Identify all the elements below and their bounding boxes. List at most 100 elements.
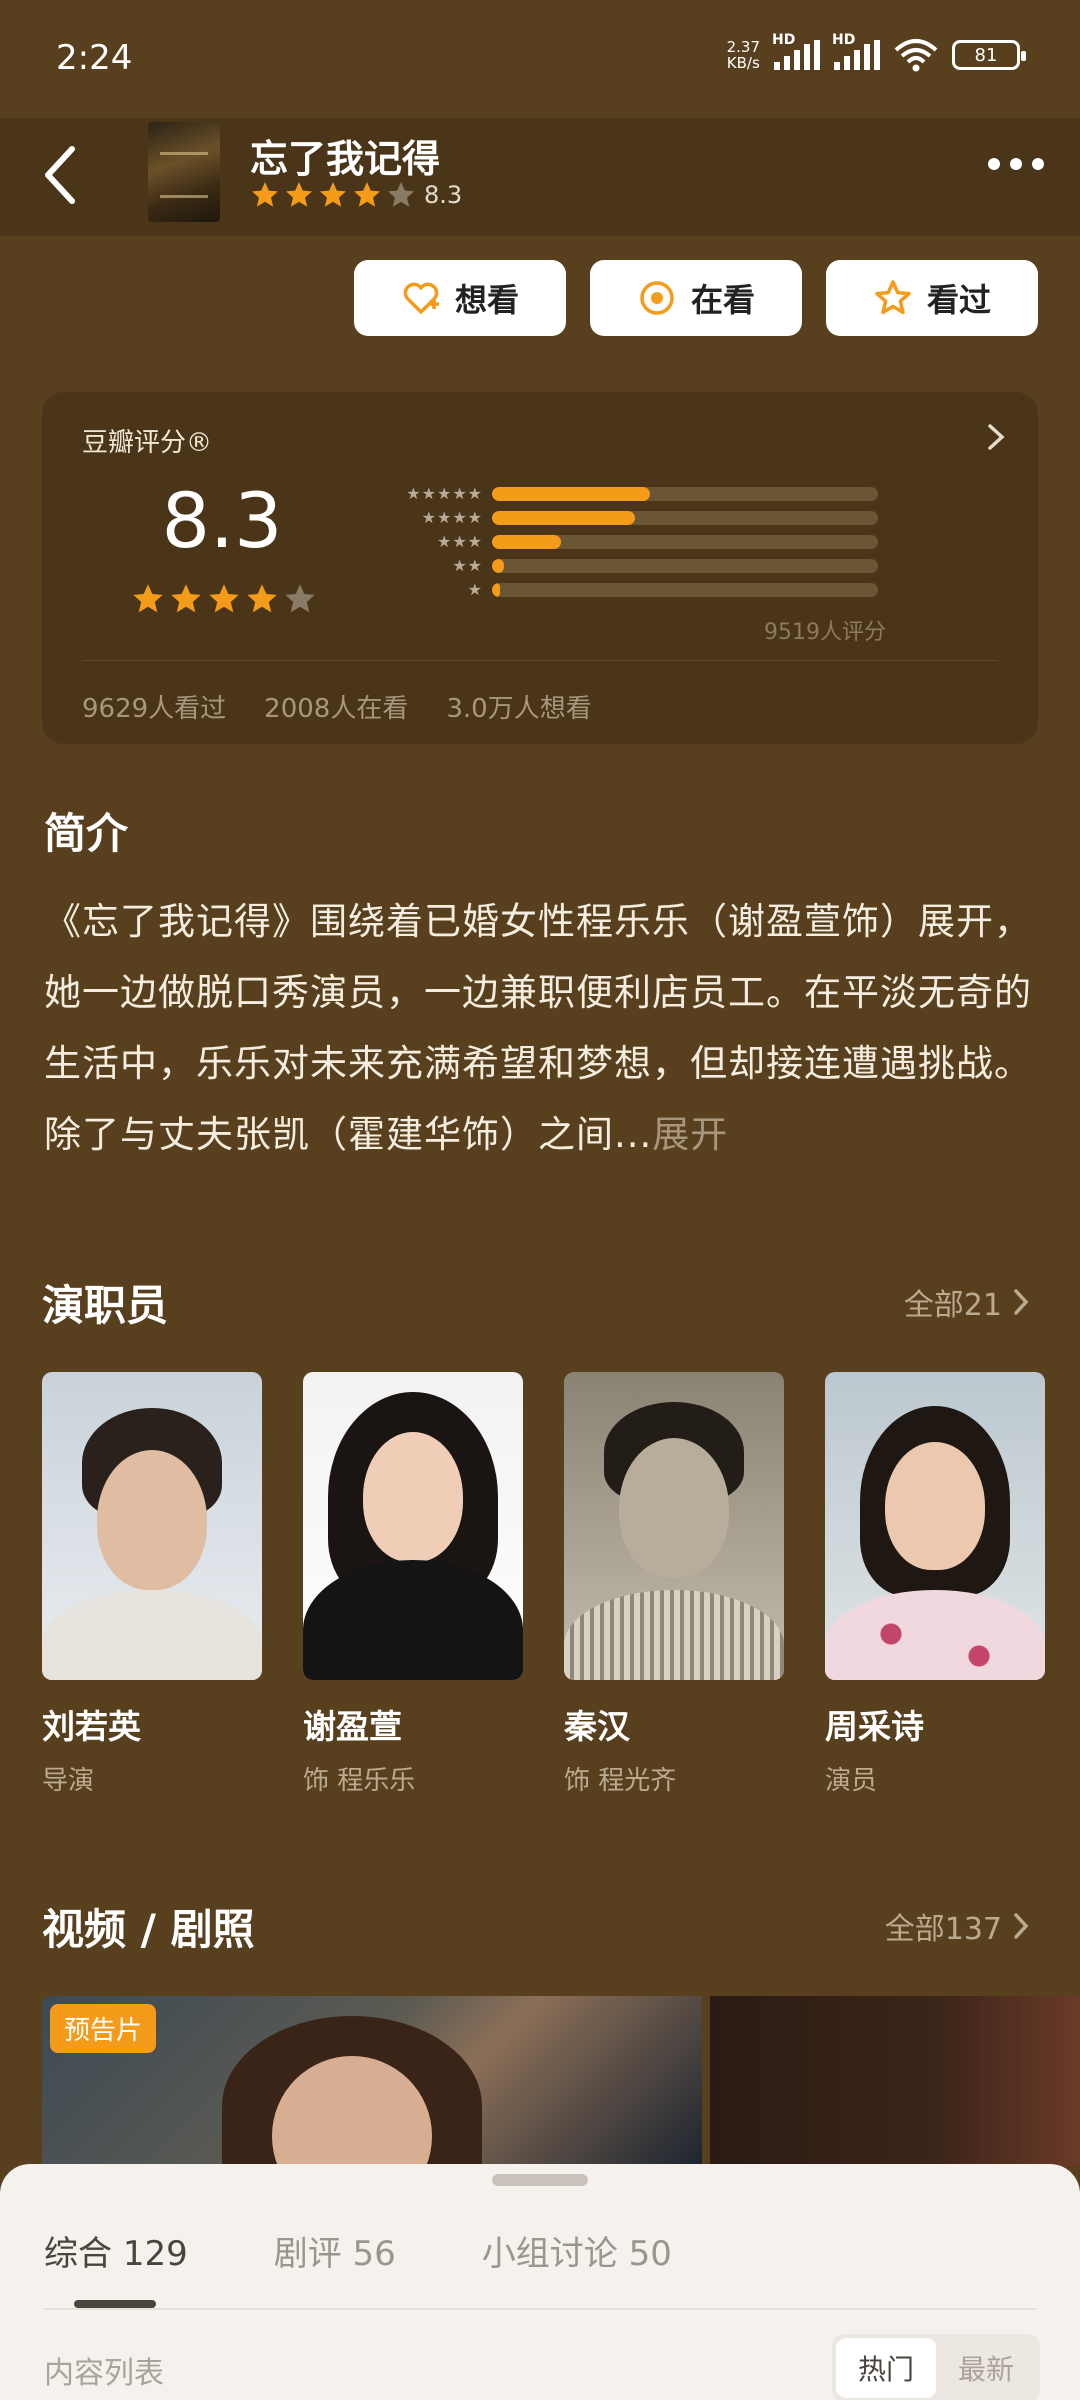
- battery-icon: 81: [952, 40, 1026, 70]
- signal-icon-2: HD: [832, 32, 880, 70]
- videos-title: 视频 / 剧照: [42, 1905, 255, 1954]
- cast-photo: [42, 1372, 262, 1680]
- cast-photo: [825, 1372, 1045, 1680]
- intro-title: 简介: [44, 809, 129, 858]
- status-time: 2:24: [56, 38, 133, 78]
- sheet-drag-handle[interactable]: [492, 2174, 588, 2186]
- tab-group-discussion[interactable]: 小组讨论 50: [482, 2226, 672, 2275]
- mini-star-icon: ★: [406, 484, 421, 503]
- still-thumbnail[interactable]: [710, 1996, 1080, 2166]
- rating-bar: [492, 487, 878, 501]
- sheet-tabs: 综合 129 剧评 56 小组讨论 50: [44, 2226, 672, 2275]
- top-nav-bar: 忘了我记得 8.3: [0, 118, 1080, 236]
- mini-star-icon: ★: [436, 508, 452, 527]
- want-to-watch-button[interactable]: 想看: [354, 260, 566, 336]
- signal-icon: HD: [772, 32, 820, 70]
- rating-distribution: ★ ★ ★ ★ ★ ★ ★ ★ ★ ★ ★ ★ ★ ★ ★: [392, 482, 878, 602]
- rating-bar-fill: [492, 583, 500, 597]
- video-strip: 预告片: [42, 1996, 1080, 2166]
- sort-toggle: 热门 最新: [831, 2334, 1040, 2400]
- divider: [82, 660, 998, 661]
- rating-bar: [492, 535, 878, 549]
- active-tab-indicator: [74, 2300, 156, 2308]
- rating-row-2-star: ★ ★: [392, 554, 878, 578]
- rating-row-1-star: ★: [392, 578, 878, 602]
- intro-text[interactable]: 《忘了我记得》围绕着已婚女性程乐乐（谢盈萱饰）展开，她一边做脱口秀演员，一边兼职…: [44, 886, 1040, 1170]
- chevron-right-icon: [1014, 1289, 1029, 1315]
- rating-bar: [492, 559, 878, 573]
- rating-card-label: 豆瓣评分®: [82, 428, 213, 458]
- cast-member[interactable]: 刘若英 导演: [42, 1372, 262, 1797]
- mini-star-icon: ★: [421, 508, 436, 527]
- rating-bar-fill: [492, 511, 635, 525]
- watched-count: 9629人看过: [82, 694, 227, 724]
- expand-link[interactable]: 展开: [652, 1113, 728, 1156]
- rating-row-stars: ★ ★ ★ ★ ★: [392, 486, 492, 502]
- want-count: 3.0万人想看: [446, 694, 592, 724]
- rating-card[interactable]: 豆瓣评分® 8.3 ★ ★ ★ ★ ★ ★ ★ ★ ★ ★ ★ ★ ★ ★ ★ 9519人评分 9629人看…: [42, 392, 1038, 744]
- star-filled-icon: [247, 584, 277, 613]
- header-rating: 8.3: [250, 180, 462, 210]
- videos-see-all-button[interactable]: 全部137: [885, 1904, 1030, 1948]
- cast-member[interactable]: 谢盈萱 饰 程乐乐: [303, 1372, 523, 1797]
- rating-row-3-star: ★ ★ ★: [392, 530, 878, 554]
- rating-row-stars: ★ ★ ★: [392, 534, 492, 550]
- rating-score: 8.3: [161, 476, 283, 565]
- sort-hot-button[interactable]: 热门: [835, 2338, 936, 2398]
- rating-bar-fill: [492, 535, 562, 549]
- star-filled-icon: [320, 182, 346, 207]
- wifi-icon: [894, 39, 938, 72]
- sort-latest-button[interactable]: 最新: [936, 2338, 1036, 2398]
- content-list-label: 内容列表: [44, 2356, 164, 2391]
- mini-star-icon: ★: [436, 484, 452, 503]
- star-filled-icon: [354, 182, 380, 207]
- back-button[interactable]: [30, 140, 90, 210]
- movie-poster-thumbnail[interactable]: [148, 122, 220, 222]
- rating-card-footer: 9629人看过 2008人在看 3.0万人想看: [82, 688, 592, 725]
- trailer-video-thumbnail[interactable]: 预告片: [42, 1996, 702, 2166]
- watching-button[interactable]: 在看: [590, 260, 802, 336]
- tab-overview[interactable]: 综合 129: [44, 2226, 188, 2275]
- movie-title: 忘了我记得: [250, 137, 441, 181]
- mini-star-icon: ★: [452, 508, 467, 527]
- dot-icon: [988, 158, 1000, 170]
- mini-star-icon: ★: [467, 580, 482, 599]
- heart-plus-icon: [403, 282, 439, 314]
- dot-icon: [1010, 158, 1022, 170]
- status-bar: 2:24 2.37 KB/s HD HD 81: [0, 0, 1080, 118]
- chevron-left-icon: [45, 146, 75, 204]
- star-filled-icon: [133, 584, 163, 613]
- mini-star-icon: ★: [421, 484, 436, 503]
- chevron-right-icon: [1014, 1913, 1029, 1939]
- watching-count: 2008人在看: [264, 694, 409, 724]
- cast-title: 演职员: [42, 1281, 169, 1330]
- star-empty-icon: [388, 182, 414, 207]
- star-filled-icon: [171, 584, 201, 613]
- star-filled-icon: [286, 182, 312, 207]
- divider: [44, 2308, 1036, 2310]
- more-options-button[interactable]: [988, 158, 1044, 170]
- star-filled-icon: [209, 584, 239, 613]
- mini-star-icon: ★: [452, 484, 467, 503]
- watched-button[interactable]: 看过: [826, 260, 1038, 336]
- tab-reviews[interactable]: 剧评 56: [274, 2226, 396, 2275]
- cast-member[interactable]: 周采诗 演员: [825, 1372, 1045, 1797]
- star-filled-icon: [252, 182, 278, 207]
- mini-star-icon: ★: [467, 532, 482, 551]
- rating-bar: [492, 511, 878, 525]
- star-empty-icon: [285, 584, 315, 613]
- rating-row-stars: ★ ★: [392, 558, 492, 574]
- status-icons: 2.37 KB/s HD HD 81: [726, 32, 1026, 72]
- network-speed: 2.37 KB/s: [726, 38, 760, 72]
- star-outline-icon: [875, 280, 911, 315]
- trailer-tag: 预告片: [50, 2004, 157, 2053]
- header-stars: [250, 180, 416, 210]
- cast-member[interactable]: 秦汉 饰 程光齐: [564, 1372, 784, 1797]
- cast-list: 刘若英 导演 谢盈萱 饰 程乐乐 秦汉 饰 程光齐 周采诗 演员: [42, 1372, 1045, 1797]
- cast-see-all-button[interactable]: 全部21: [904, 1280, 1030, 1324]
- rating-count: 9519人评分: [764, 620, 886, 645]
- mini-star-icon: ★: [467, 508, 482, 527]
- bottom-sheet: 综合 129 剧评 56 小组讨论 50 内容列表 热门 最新: [0, 2164, 1080, 2400]
- mini-star-icon: ★: [452, 532, 467, 551]
- chevron-right-icon: [988, 424, 1005, 450]
